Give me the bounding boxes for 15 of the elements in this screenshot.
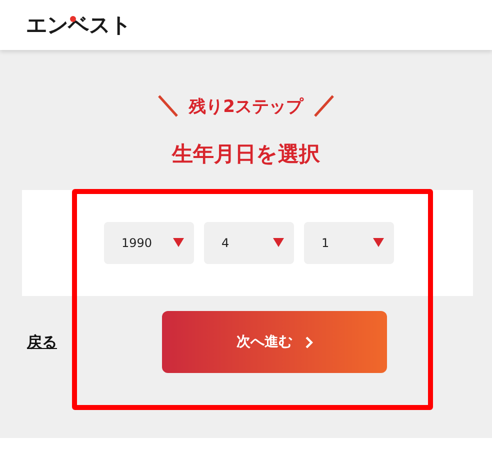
logo[interactable]: エンベスト: [26, 11, 131, 39]
dropdown[interactable]: 1990: [104, 222, 194, 264]
caret-icon: [372, 238, 384, 246]
caret-icon: [172, 238, 184, 246]
next-button[interactable]: 次へ進む: [162, 311, 387, 373]
back-link[interactable]: 戻る: [27, 332, 57, 352]
chevron-right-icon: [304, 336, 312, 348]
dropdown[interactable]: 1: [304, 222, 394, 264]
slash-icon: [312, 94, 335, 118]
dropdown[interactable]: 4: [204, 222, 294, 264]
logo-dot-icon: [70, 16, 76, 22]
caret-icon: [272, 238, 284, 246]
slash-icon: [157, 94, 180, 118]
page-title: 生年月日を選択: [170, 141, 321, 168]
step-label: 残り2ステップ: [189, 96, 303, 118]
